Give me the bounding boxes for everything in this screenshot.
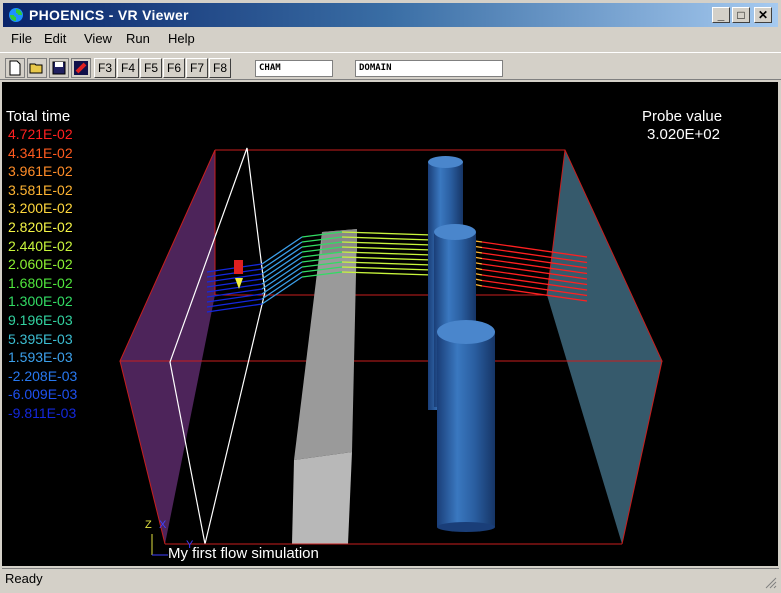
- maximize-button[interactable]: □: [732, 7, 750, 23]
- legend-value: 3.581E-02: [8, 181, 73, 198]
- block-obstacle: [292, 229, 357, 544]
- status-bar: Ready: [2, 568, 779, 591]
- phoenics-logo-icon: [9, 8, 23, 22]
- 3d-viewport[interactable]: Z Y X Total time 4.721E-02 4.341E-02 3.961…: [2, 82, 778, 566]
- legend-value: -9.811E-03: [8, 405, 77, 421]
- f3-button[interactable]: F3: [94, 58, 116, 78]
- probe-value: 3.020E+02: [647, 126, 720, 143]
- legend-value: 5.395E-03: [8, 330, 73, 347]
- window-title: PHOENICS - VR Viewer: [29, 7, 189, 23]
- new-file-icon[interactable]: [5, 58, 25, 78]
- caption: My first flow simulation: [168, 545, 319, 562]
- probe-marker-icon: [234, 260, 243, 289]
- legend-value: 3.961E-02: [8, 163, 73, 180]
- legend-value: 2.060E-02: [8, 256, 73, 273]
- f6-button[interactable]: F6: [163, 58, 185, 78]
- open-folder-icon[interactable]: [27, 58, 47, 78]
- menu-file[interactable]: File: [11, 31, 32, 46]
- legend-title: Total time: [6, 108, 71, 125]
- streamlines: [206, 231, 588, 313]
- f4-button[interactable]: F4: [117, 58, 139, 78]
- legend-value: 4.341E-02: [8, 144, 73, 161]
- cham-field[interactable]: CHAM: [255, 60, 333, 77]
- legend-value: 2.820E-02: [8, 219, 73, 235]
- legend-value: -6.009E-03: [8, 386, 78, 403]
- legend-value: 3.200E-02: [8, 200, 73, 217]
- svg-text:Z: Z: [145, 519, 152, 531]
- close-button[interactable]: ✕: [754, 7, 772, 23]
- title-bar: PHOENICS - VR Viewer _ □ ✕: [3, 3, 778, 27]
- f7-button[interactable]: F7: [186, 58, 208, 78]
- save-icon[interactable]: [49, 58, 69, 78]
- legend-value: 2.440E-02: [8, 237, 73, 254]
- menu-run[interactable]: Run: [126, 31, 150, 46]
- status-text: Ready: [5, 571, 43, 586]
- svg-text:X: X: [159, 519, 167, 531]
- app-window: PHOENICS - VR Viewer _ □ ✕ File Edit Vie…: [0, 0, 781, 593]
- cylinder-3: [437, 320, 495, 532]
- toolbar: F3 F4 F5 F6 F7 F8 CHAM DOMAIN: [0, 52, 781, 80]
- outlet-face: [547, 150, 662, 544]
- legend-value: 1.680E-02: [8, 274, 73, 291]
- inlet-face: [120, 150, 215, 544]
- legend-value: -2.208E-03: [8, 367, 78, 384]
- menu-edit[interactable]: Edit: [44, 31, 66, 46]
- resize-grip-icon[interactable]: [765, 577, 777, 589]
- menu-help[interactable]: Help: [168, 31, 195, 46]
- minimize-button[interactable]: _: [712, 7, 730, 23]
- legend-value: 1.593E-03: [8, 349, 73, 366]
- f5-button[interactable]: F5: [140, 58, 162, 78]
- menu-view[interactable]: View: [84, 31, 112, 46]
- legend-value: 1.300E-02: [8, 293, 73, 310]
- probe-label: Probe value: [642, 108, 723, 125]
- domain-field[interactable]: DOMAIN: [355, 60, 503, 77]
- legend-value: 9.196E-03: [8, 312, 73, 328]
- scene-canvas: Z Y X: [119, 147, 663, 556]
- menu-bar: File Edit View Run Help: [0, 28, 781, 50]
- record-icon[interactable]: [71, 58, 91, 78]
- legend-value: 4.721E-02: [8, 126, 73, 142]
- f8-button[interactable]: F8: [209, 58, 231, 78]
